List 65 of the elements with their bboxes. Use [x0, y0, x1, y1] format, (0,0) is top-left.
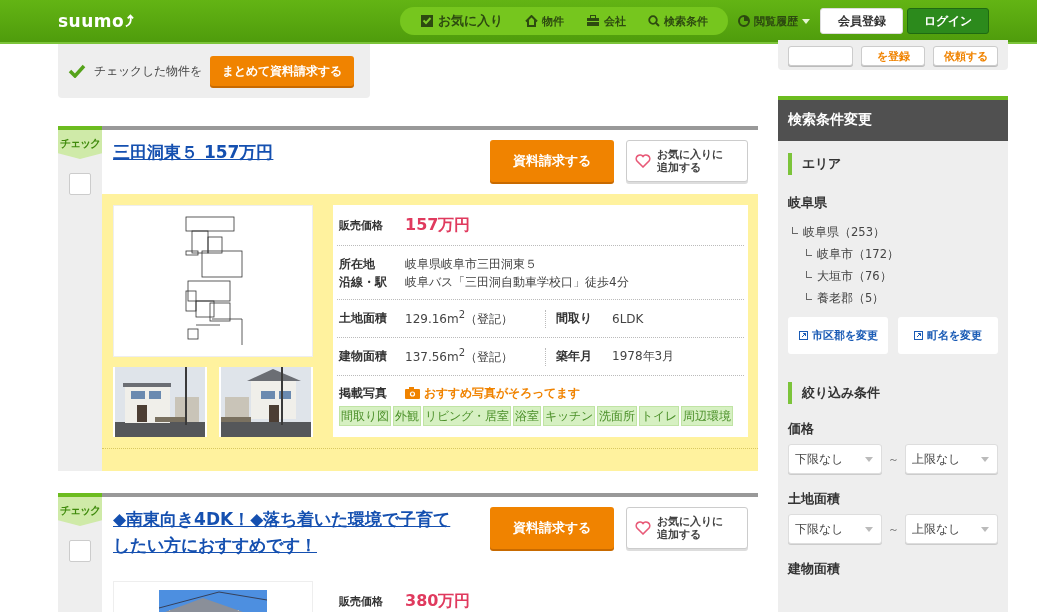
station-label: 沿線・駅	[339, 273, 388, 291]
photo-tag[interactable]: 洗面所	[597, 406, 637, 426]
filter-label: 土地面積	[788, 490, 841, 508]
photo-tag[interactable]: 外観	[393, 406, 421, 426]
bulk-request-button[interactable]: まとめて資料請求する	[210, 56, 354, 86]
detail-label: 建物面積	[339, 348, 388, 365]
section-heading: エリア	[788, 153, 998, 175]
price-value: 380万円	[405, 590, 471, 612]
nav-link[interactable]: お気に入り	[420, 12, 504, 30]
area-tree-item[interactable]: 養老郡（5）	[806, 287, 998, 309]
min-dropdown[interactable]: 下限なし	[788, 514, 882, 544]
nav-link[interactable]: 会社	[586, 13, 627, 29]
price-label: 販売価格	[339, 217, 384, 233]
detail-value: 6LDK	[612, 311, 644, 326]
detail-label: 土地面積	[339, 310, 388, 327]
detail-value: 129.16m$^{2}$（登記）	[405, 309, 515, 328]
prefecture-label: 岐阜県	[788, 194, 828, 212]
address-label: 所在地	[339, 255, 376, 273]
history-menu[interactable]: 閲覧履歴	[738, 13, 811, 29]
filter-label: 建物面積	[788, 560, 841, 578]
photo-tag[interactable]: 浴室	[513, 406, 541, 426]
login-button[interactable]: ログイン	[907, 8, 990, 34]
max-dropdown[interactable]: 上限なし	[904, 514, 998, 544]
detail-label: 間取り	[556, 310, 593, 327]
listing-title-link[interactable]: ◆南東向き4DK！◆落ち着いた環境で子育てしたい方におすすめです！	[113, 507, 453, 558]
request-button[interactable]: 資料請求する	[490, 507, 614, 549]
area-tree-item[interactable]: 大垣市（76）	[806, 265, 998, 287]
photo-tag[interactable]: 周辺環境	[681, 406, 733, 426]
listing-title-link[interactable]: 三田洞東５ 157万円	[113, 140, 453, 166]
max-dropdown[interactable]: 上限なし	[904, 444, 998, 474]
recommended-photos-text: おすすめ写真がそろってます	[424, 385, 580, 402]
favorite-button[interactable]: お気に入りに 追加する	[626, 140, 748, 182]
bulk-label: チェックした物件を	[94, 62, 202, 80]
detail-value: 137.56m$^{2}$（登記）	[405, 347, 515, 366]
min-dropdown[interactable]: 下限なし	[788, 444, 882, 474]
photo-tag[interactable]: 間取り図	[339, 406, 391, 426]
range-separator: ～	[887, 451, 899, 467]
nav-link[interactable]: 検索条件	[648, 13, 709, 29]
register-button[interactable]: 会員登録	[820, 8, 904, 34]
logo[interactable]: suumo	[58, 11, 135, 31]
detail-value: 1978年3月	[612, 348, 675, 365]
change-area-link[interactable]: 市区郡を変更	[788, 317, 888, 354]
detail-label: 築年月	[556, 348, 593, 365]
sidebar-title: 検索条件変更	[778, 96, 1008, 141]
check-tag: チェック	[58, 130, 102, 159]
photo-tag[interactable]: リビング・居室	[423, 406, 511, 426]
check-tag: チェック	[58, 497, 102, 526]
area-tree-item[interactable]: 岐阜市（172）	[806, 243, 998, 265]
station-value: 岐阜バス「三田洞自動車学校口」徒歩4分	[405, 273, 629, 291]
nav-link[interactable]: 物件	[525, 13, 565, 29]
photos-label: 掲載写真	[339, 385, 388, 402]
section-heading: 絞り込み条件	[788, 382, 998, 404]
sidebar-button[interactable]: を登録	[860, 46, 926, 66]
photo-tag[interactable]: キッチン	[543, 406, 595, 426]
area-tree-item[interactable]: 岐阜県（253）	[792, 221, 998, 243]
photo-tag[interactable]: トイレ	[639, 406, 679, 426]
change-area-link[interactable]: 町名を変更	[898, 317, 998, 354]
sidebar-button[interactable]: 依頼する	[933, 46, 998, 66]
range-separator: ～	[887, 521, 899, 537]
filter-label: 価格	[788, 420, 815, 438]
price-value: 157万円	[405, 214, 471, 236]
price-label: 販売価格	[339, 593, 384, 609]
address-value: 岐阜県岐阜市三田洞東５	[405, 255, 537, 273]
request-button[interactable]: 資料請求する	[490, 140, 614, 182]
favorite-button[interactable]: お気に入りに 追加する	[626, 507, 748, 549]
